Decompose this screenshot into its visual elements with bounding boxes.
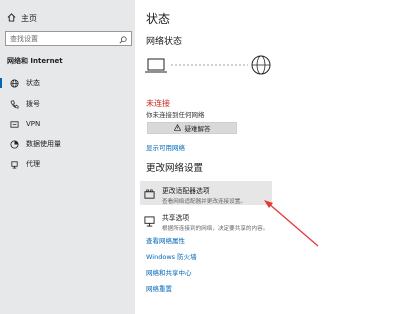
sidebar-item-data-usage[interactable]: 数据使用量 <box>0 136 135 152</box>
main-panel: 状态 网络状态 未连接 你未连接到任何网络 疑难解答 显示可用网络 更改网络设置… <box>135 0 400 314</box>
troubleshoot-label: 疑难解答 <box>184 125 211 133</box>
network-diagram <box>145 55 271 75</box>
section-title: 网络和 Internet <box>7 57 63 65</box>
data-usage-icon <box>8 139 20 149</box>
home-label: 主页 <box>21 14 37 23</box>
option-title: 共享选项 <box>162 214 190 222</box>
search-input[interactable]: 查找设置 <box>5 31 132 46</box>
troubleshoot-button[interactable]: 疑难解答 <box>147 122 237 134</box>
option-title: 更改适配器选项 <box>162 187 210 195</box>
home-icon <box>7 13 16 24</box>
search-placeholder: 查找设置 <box>10 34 38 43</box>
adapter-icon <box>144 185 158 204</box>
internet-globe-icon <box>251 55 271 75</box>
connection-status: 未连接 <box>146 99 170 108</box>
network-status-heading: 网络状态 <box>146 37 183 47</box>
change-adapter-options[interactable]: 更改适配器选项 查看网络适配器并更改连接设置。 <box>140 181 272 205</box>
phone-icon <box>8 100 20 109</box>
option-description: 查看网络适配器并更改连接设置。 <box>162 199 246 205</box>
globe-icon <box>8 78 20 88</box>
sidebar-item-label: 拨号 <box>26 100 40 108</box>
home-nav[interactable]: 主页 <box>7 13 37 24</box>
sidebar-item-status[interactable]: 状态 <box>0 75 135 91</box>
page-title: 状态 <box>146 12 171 26</box>
show-available-networks-link[interactable]: 显示可用网络 <box>146 142 185 152</box>
network-reset-link[interactable]: 网络重置 <box>146 283 172 293</box>
laptop-icon <box>145 58 167 73</box>
sharing-icon <box>144 212 158 231</box>
sharing-options[interactable]: 共享选项 根据所连接到的网络，决定要共享的内容。 <box>140 208 272 232</box>
sidebar-item-label: 代理 <box>26 160 40 168</box>
sidebar-item-vpn[interactable]: VPN <box>0 116 135 132</box>
sidebar-item-label: VPN <box>26 120 41 128</box>
view-network-properties-link[interactable]: 查看网络属性 <box>146 235 185 245</box>
proxy-icon <box>8 160 20 169</box>
sidebar-item-label: 状态 <box>26 79 40 87</box>
warning-icon <box>173 123 181 133</box>
connection-status-detail: 你未连接到任何网络 <box>146 111 205 119</box>
sidebar-item-dialup[interactable]: 拨号 <box>0 96 135 112</box>
sidebar-item-proxy[interactable]: 代理 <box>0 156 135 172</box>
sidebar-item-label: 数据使用量 <box>26 140 61 148</box>
search-icon[interactable] <box>119 29 127 48</box>
windows-firewall-link[interactable]: Windows 防火墙 <box>146 251 197 261</box>
change-network-settings-heading: 更改网络设置 <box>146 163 204 174</box>
sidebar: 主页 查找设置 网络和 Internet 状态 拨号 VPN 数据使用量 代理 <box>0 0 135 314</box>
vpn-icon <box>8 120 20 129</box>
network-sharing-center-link[interactable]: 网络和共享中心 <box>146 267 192 277</box>
option-description: 根据所连接到的网络，决定要共享的内容。 <box>162 226 269 232</box>
